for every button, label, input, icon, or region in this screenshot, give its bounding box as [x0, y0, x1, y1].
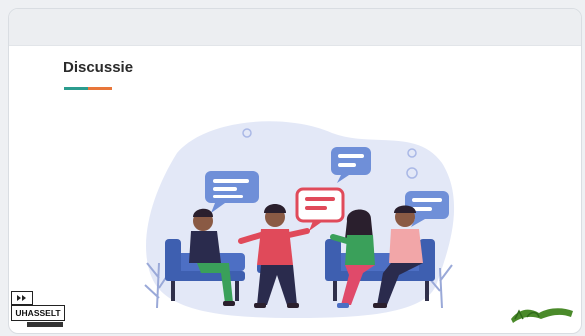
- vormingplus-logo: [509, 305, 575, 333]
- underline-teal-segment: [64, 87, 88, 90]
- uhasselt-logo-text: UHASSELT: [11, 305, 65, 321]
- play-arrows-icon: [17, 295, 26, 301]
- discussion-illustration: [144, 121, 455, 318]
- title-underline: [64, 87, 112, 90]
- content-card: Discussie UHASSELT: [8, 8, 582, 334]
- page-title: Discussie: [63, 59, 134, 76]
- uhasselt-logo-mark: [11, 291, 33, 305]
- uhasselt-logo-subline: [27, 322, 63, 327]
- card-header-bar: [9, 9, 581, 46]
- underline-orange-segment: [88, 87, 112, 90]
- vormingplus-wordmark-icon: [511, 308, 573, 323]
- uhasselt-logo: UHASSELT: [11, 291, 67, 333]
